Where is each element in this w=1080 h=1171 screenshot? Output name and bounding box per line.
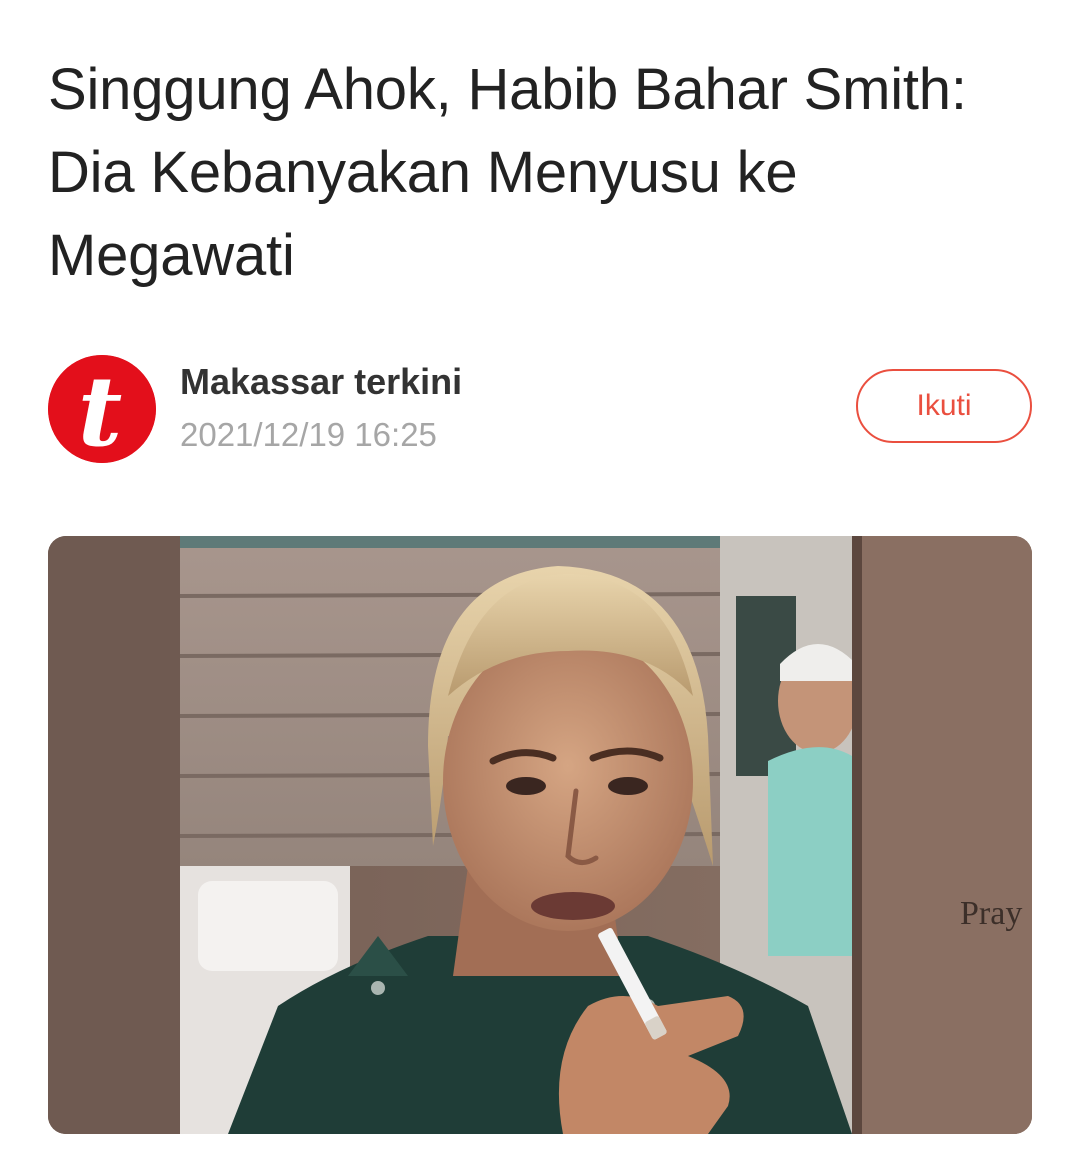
source-name[interactable]: Makassar terkini — [180, 360, 462, 404]
hero-sign-text: Pray — [960, 895, 1022, 932]
logo-letter: t — [78, 355, 122, 463]
article-hero-image[interactable]: Pray — [48, 536, 1032, 1134]
article-title: Singgung Ahok, Habib Bahar Smith: Dia Ke… — [48, 57, 967, 288]
source-row: t Makassar terkini 2021/12/19 16:25 Ikut… — [48, 355, 1032, 463]
publish-timestamp: 2021/12/19 16:25 — [180, 416, 437, 453]
source-logo-icon[interactable]: t — [48, 355, 156, 463]
follow-button[interactable]: Ikuti — [856, 369, 1032, 443]
